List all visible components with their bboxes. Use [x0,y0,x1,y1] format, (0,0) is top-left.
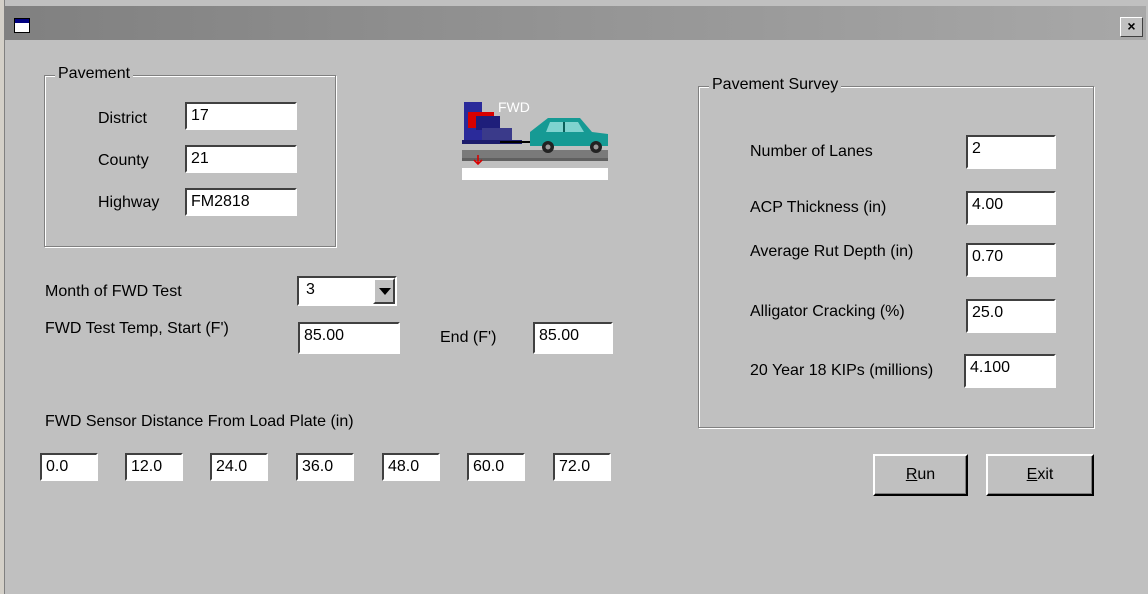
fwd-logo-text: FWD [498,99,530,115]
district-field[interactable]: 17 [185,102,297,130]
sensor-distance-field[interactable]: 36.0 [296,453,354,481]
main-window: × Pavement District 17 County 21 Highway… [0,0,1148,594]
highway-label: Highway [98,194,160,211]
sensor-distance-field[interactable]: 72.0 [553,453,611,481]
sensor-distance-field[interactable]: 48.0 [382,453,440,481]
sensor-distance-label: FWD Sensor Distance From Load Plate (in) [45,413,354,430]
sensor-distance-field[interactable]: 0.0 [40,453,98,481]
pavement-survey-legend: Pavement Survey [709,76,842,94]
alligator-cracking-label: Alligator Cracking (%) [750,303,905,320]
run-label-rest: un [917,466,936,483]
rut-depth-label: Average Rut Depth (in) [750,243,914,260]
month-select[interactable]: 3 [297,276,397,306]
alligator-cracking-field[interactable]: 25.0 [966,299,1056,333]
exit-label-rest: xit [1037,466,1054,483]
sensor-distance-field[interactable]: 60.0 [467,453,525,481]
highway-field[interactable]: FM2818 [185,188,297,216]
start-temp-field[interactable]: 85.00 [298,322,400,354]
acp-thickness-label: ACP Thickness (in) [750,199,887,216]
run-button[interactable]: Run [873,454,968,496]
test-temp-label: FWD Test Temp, Start (F') [45,320,229,337]
window-left-edge [0,0,5,594]
kips-field[interactable]: 4.100 [964,354,1056,388]
exit-mnemonic: E [1026,466,1038,483]
run-mnemonic: R [905,466,918,483]
lanes-label: Number of Lanes [750,143,873,160]
month-value: 3 [306,281,315,298]
district-label: District [98,110,147,127]
lanes-field[interactable]: 2 [966,135,1056,169]
title-bar [4,6,1146,40]
kips-label: 20 Year 18 KIPs (millions) [750,362,934,379]
end-temp-field[interactable]: 85.00 [533,322,613,354]
month-label: Month of FWD Test [45,283,182,300]
pavement-legend: Pavement [55,65,134,83]
sensor-distance-field[interactable]: 12.0 [125,453,183,481]
end-temp-label: End (F') [440,329,497,346]
rut-depth-field[interactable]: 0.70 [966,243,1056,277]
county-field[interactable]: 21 [185,145,297,173]
acp-thickness-field[interactable]: 4.00 [966,191,1056,225]
sensor-distance-field[interactable]: 24.0 [210,453,268,481]
exit-button[interactable]: Exit [986,454,1094,496]
county-label: County [98,152,149,169]
fwd-truck-logo: FWD [462,99,608,180]
app-icon [14,18,30,33]
chevron-down-icon[interactable] [373,278,395,304]
close-button[interactable]: × [1120,17,1143,37]
